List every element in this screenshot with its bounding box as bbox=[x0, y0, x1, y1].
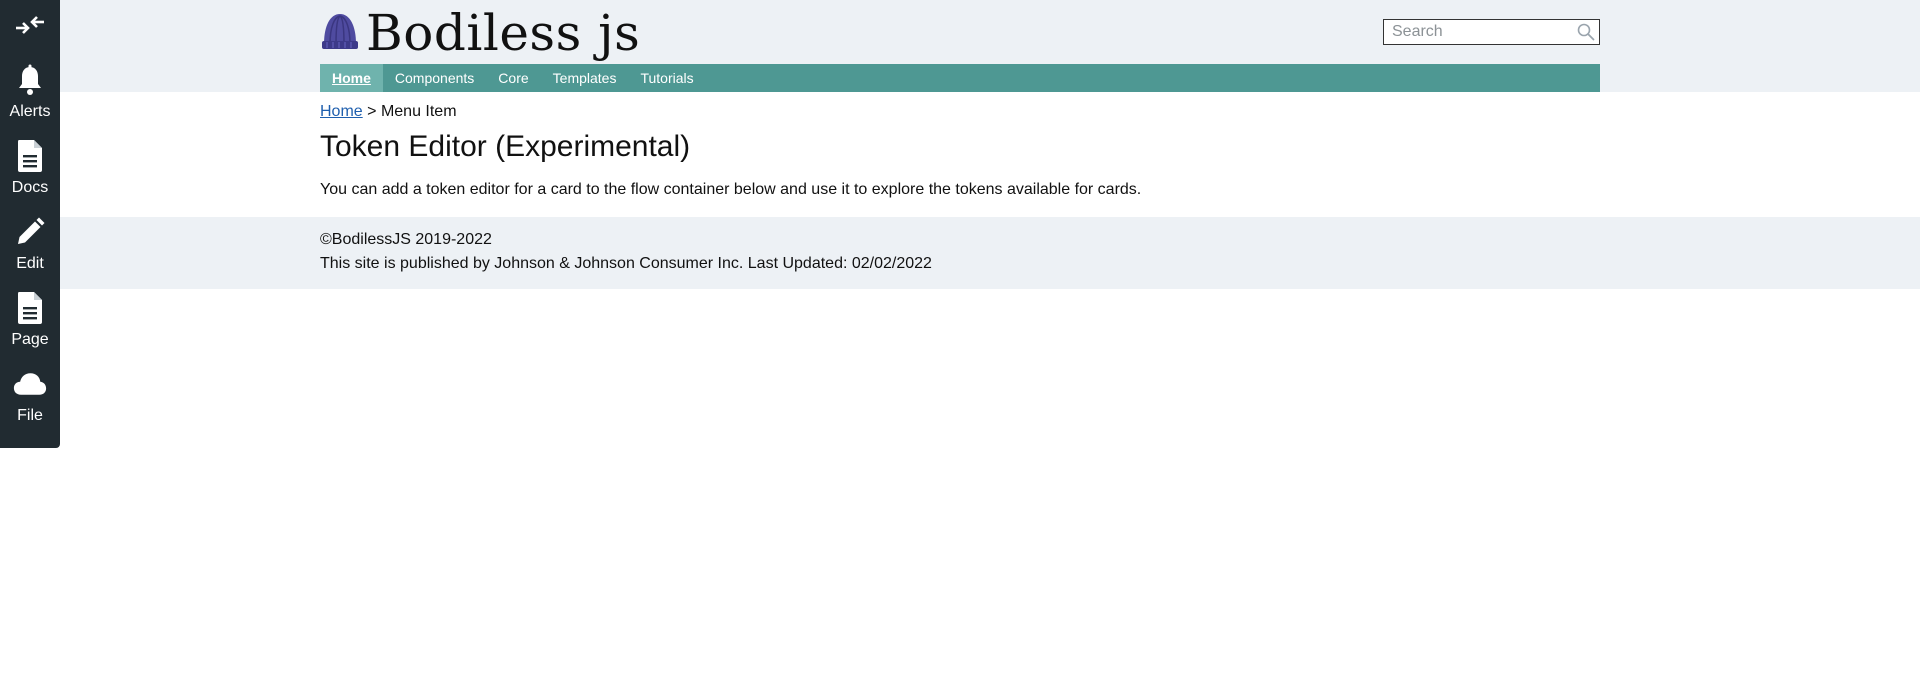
sidebar-item-docs[interactable]: Docs bbox=[0, 126, 60, 202]
footer-copyright: ©BodilessJS 2019-2022 bbox=[320, 231, 492, 248]
intro-text: You can add a token editor for a card to… bbox=[320, 181, 1142, 198]
search-box bbox=[1383, 19, 1600, 45]
page-icon bbox=[13, 290, 47, 326]
nav-item-components[interactable]: Components bbox=[383, 64, 486, 92]
sidebar-label-file: File bbox=[17, 407, 43, 424]
search-input[interactable] bbox=[1384, 20, 1574, 44]
sidebar-item-alerts[interactable]: Alerts bbox=[0, 50, 60, 126]
page-title: Token Editor (Experimental) bbox=[320, 130, 691, 163]
breadcrumb-current: Menu Item bbox=[380, 103, 457, 120]
breadcrumb: Home > Menu Item bbox=[320, 102, 457, 122]
nav-item-templates[interactable]: Templates bbox=[541, 64, 629, 92]
sidebar-label-docs: Docs bbox=[11, 179, 49, 196]
document-icon bbox=[13, 138, 47, 174]
footer: ©BodilessJS 2019-2022 This site is publi… bbox=[0, 217, 1920, 289]
main-nav: Home Components Core Templates Tutorials bbox=[320, 64, 1600, 92]
collapse-arrows-icon[interactable] bbox=[0, 0, 60, 50]
beanie-hat-icon bbox=[320, 12, 360, 55]
pencil-icon bbox=[13, 214, 47, 250]
nav-item-core[interactable]: Core bbox=[486, 64, 540, 92]
sidebar-label-edit: Edit bbox=[16, 255, 44, 272]
sidebar-item-file[interactable]: File bbox=[0, 354, 60, 430]
logo-text: Bodiless js bbox=[366, 4, 641, 62]
cloud-icon bbox=[13, 366, 47, 402]
admin-sidebar: Alerts Docs Edit Page File bbox=[0, 0, 60, 448]
sidebar-label-page: Page bbox=[11, 331, 49, 348]
breadcrumb-home-link[interactable]: Home bbox=[320, 103, 363, 120]
footer-published: This site is published by Johnson & John… bbox=[320, 255, 932, 272]
sidebar-label-alerts: Alerts bbox=[9, 103, 51, 120]
breadcrumb-separator: > bbox=[367, 103, 377, 120]
nav-item-home[interactable]: Home bbox=[320, 64, 383, 92]
nav-item-tutorials[interactable]: Tutorials bbox=[628, 64, 705, 92]
sidebar-item-edit[interactable]: Edit bbox=[0, 202, 60, 278]
sidebar-item-page[interactable]: Page bbox=[0, 278, 60, 354]
site-logo[interactable]: Bodiless js bbox=[320, 8, 640, 58]
bell-icon bbox=[13, 62, 47, 98]
search-icon[interactable] bbox=[1575, 21, 1597, 43]
